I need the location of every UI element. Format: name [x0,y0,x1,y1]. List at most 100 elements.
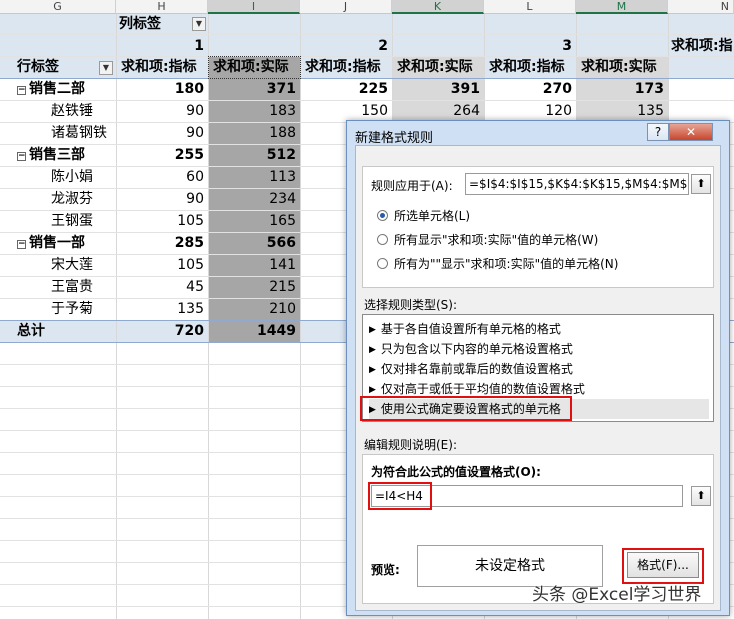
column-header-n[interactable]: N [668,0,734,14]
value-cell-j[interactable]: 225 [300,78,392,100]
row-label-text: 销售三部 [29,147,85,163]
row-member-label[interactable]: 赵铁锤 [48,100,114,122]
value-cell-h[interactable]: 285 [116,232,208,254]
formula-label: 为符合此公式的值设置格式(O): [371,465,541,479]
rule-type-item-3-label: 仅对排名靠前或靠后的数值设置格式 [380,362,573,376]
rule-type-item-2[interactable]: ▶ 只为包含以下内容的单元格设置格式 [369,339,573,359]
rule-type-item-5[interactable]: ▶ 使用公式确定要设置格式的单元格 [369,399,709,419]
help-button[interactable]: ? [647,123,669,141]
value-cell-h[interactable]: 255 [116,144,208,166]
value-cell-i[interactable]: 371 [208,78,300,100]
value-cell-h[interactable]: 90 [116,188,208,210]
row-group-label[interactable]: − 销售三部 [14,144,114,166]
value-cell-k[interactable]: 391 [392,78,484,100]
row-group-label[interactable]: − 销售二部 [14,78,114,100]
value-cell-m[interactable]: 135 [576,100,668,122]
radio-all-actual-cells-dot[interactable] [377,234,388,245]
rule-type-item-3[interactable]: ▶ 仅对排名靠前或靠后的数值设置格式 [369,359,573,379]
dialog-body: 规则应用于(A): =$I$4:$I$15,$K$4:$K$15,$M$4:$M… [355,145,721,611]
value-cell-i[interactable]: 566 [208,232,300,254]
value-cell-h[interactable]: 180 [116,78,208,100]
total-label: 总计 [17,323,45,339]
total-row-fill-right [300,320,350,342]
column-header-l[interactable]: L [484,0,576,14]
row-member-label[interactable]: 诸葛钢铁 [48,122,114,144]
row-labels-filter-button[interactable]: ▼ [99,61,113,75]
row-label-text: 宋大莲 [51,257,93,273]
value-cell-l[interactable]: 270 [484,78,576,100]
close-button[interactable]: ✕ [669,123,713,141]
applies-to-collapse-button[interactable]: ⬆ [691,174,711,194]
rule-type-item-2-label: 只为包含以下内容的单元格设置格式 [380,342,573,356]
row-label-text: 销售二部 [29,81,85,97]
row-label-text: 王钢蛋 [51,213,93,229]
value-cell-h[interactable]: 90 [116,122,208,144]
column-header-j[interactable]: J [300,0,392,14]
row-member-label[interactable]: 陈小娟 [48,166,114,188]
column-header-h[interactable]: H [116,0,208,14]
row-label-text: 诸葛钢铁 [51,125,107,141]
format-button[interactable]: 格式(F)... [627,552,699,578]
value-cell-i[interactable]: 141 [208,254,300,276]
radio-selected-cells[interactable]: 所选单元格(L) [377,207,470,225]
dialog-title: 新建格式规则 [355,131,434,146]
row-member-label[interactable]: 于予菊 [48,298,114,320]
value-cell-i[interactable]: 215 [208,276,300,298]
value-cell-i[interactable]: 512 [208,144,300,166]
header-actual-3: 求和项:实际 [581,59,657,75]
value-cell-h[interactable]: 105 [116,210,208,232]
header-target-2: 求和项:指标 [305,59,381,75]
header-target-1: 求和项:指标 [121,59,197,75]
row-member-label[interactable]: 王钢蛋 [48,210,114,232]
applies-to-input[interactable]: =$I$4:$I$15,$K$4:$K$15,$M$4:$M$15 [465,173,689,195]
value-cell-h[interactable]: 45 [116,276,208,298]
rule-type-label: 选择规则类型(S): [364,298,458,312]
value-cell-i[interactable]: 188 [208,122,300,144]
radio-all-actual-cells[interactable]: 所有显示"求和项:实际"值的单元格(W) [377,231,598,249]
column-header-g[interactable]: G [0,0,116,14]
row-member-label[interactable]: 宋大莲 [48,254,114,276]
value-cell-h[interactable]: 90 [116,100,208,122]
row-label-text: 赵铁锤 [51,103,93,119]
column-header-i[interactable]: I [208,0,300,14]
row-member-label[interactable]: 龙淑芬 [48,188,114,210]
rule-type-item-4[interactable]: ▶ 仅对高于或低于平均值的数值设置格式 [369,379,585,399]
total-target[interactable]: 720 [116,320,208,342]
watermark: 头条 @Excel学习世界 [532,585,702,605]
value-cell-j[interactable]: 150 [300,100,392,122]
column-labels-filter-button[interactable]: ▼ [192,17,206,31]
value-cell-i[interactable]: 113 [208,166,300,188]
group-number-3: 3 [562,38,572,54]
radio-selected-cells-dot[interactable] [377,210,388,221]
collapse-minus-icon[interactable]: − [17,86,26,95]
column-header-row: G H I J K L M N [0,0,734,14]
value-cell-i[interactable]: 234 [208,188,300,210]
value-cell-i[interactable]: 210 [208,298,300,320]
rule-type-item-1[interactable]: ▶ 基于各自值设置所有单元格的格式 [369,319,561,339]
header-actual-1: 求和项:实际 [213,59,289,75]
radio-all-shown-actual-cells-dot[interactable] [377,258,388,269]
total-actual[interactable]: 1449 [208,320,300,342]
value-cell-i[interactable]: 165 [208,210,300,232]
formula-collapse-button[interactable]: ⬆ [691,486,711,506]
column-header-m[interactable]: M [576,0,668,14]
radio-all-shown-actual-cells[interactable]: 所有为""显示"求和项:实际"值的单元格(N) [377,255,618,273]
formula-input[interactable]: =I4<H4 [371,485,683,507]
column-labels-header: 列标签 [119,16,161,32]
radio-all-shown-actual-cells-label: 所有为""显示"求和项:实际"值的单元格(N) [394,257,619,271]
collapse-minus-icon[interactable]: − [17,152,26,161]
value-cell-h[interactable]: 135 [116,298,208,320]
row-label-text: 龙淑芬 [51,191,93,207]
value-cell-h[interactable]: 105 [116,254,208,276]
value-cell-h[interactable]: 60 [116,166,208,188]
value-cell-l[interactable]: 120 [484,100,576,122]
collapse-minus-icon[interactable]: − [17,240,26,249]
header-target-3: 求和项:指标 [489,59,565,75]
row-group-label[interactable]: − 销售一部 [14,232,114,254]
column-header-k[interactable]: K [392,0,484,14]
value-cell-i[interactable]: 183 [208,100,300,122]
row-member-label[interactable]: 王富贵 [48,276,114,298]
row-label-text: 陈小娟 [51,169,93,185]
value-cell-m[interactable]: 173 [576,78,668,100]
value-cell-k[interactable]: 264 [392,100,484,122]
